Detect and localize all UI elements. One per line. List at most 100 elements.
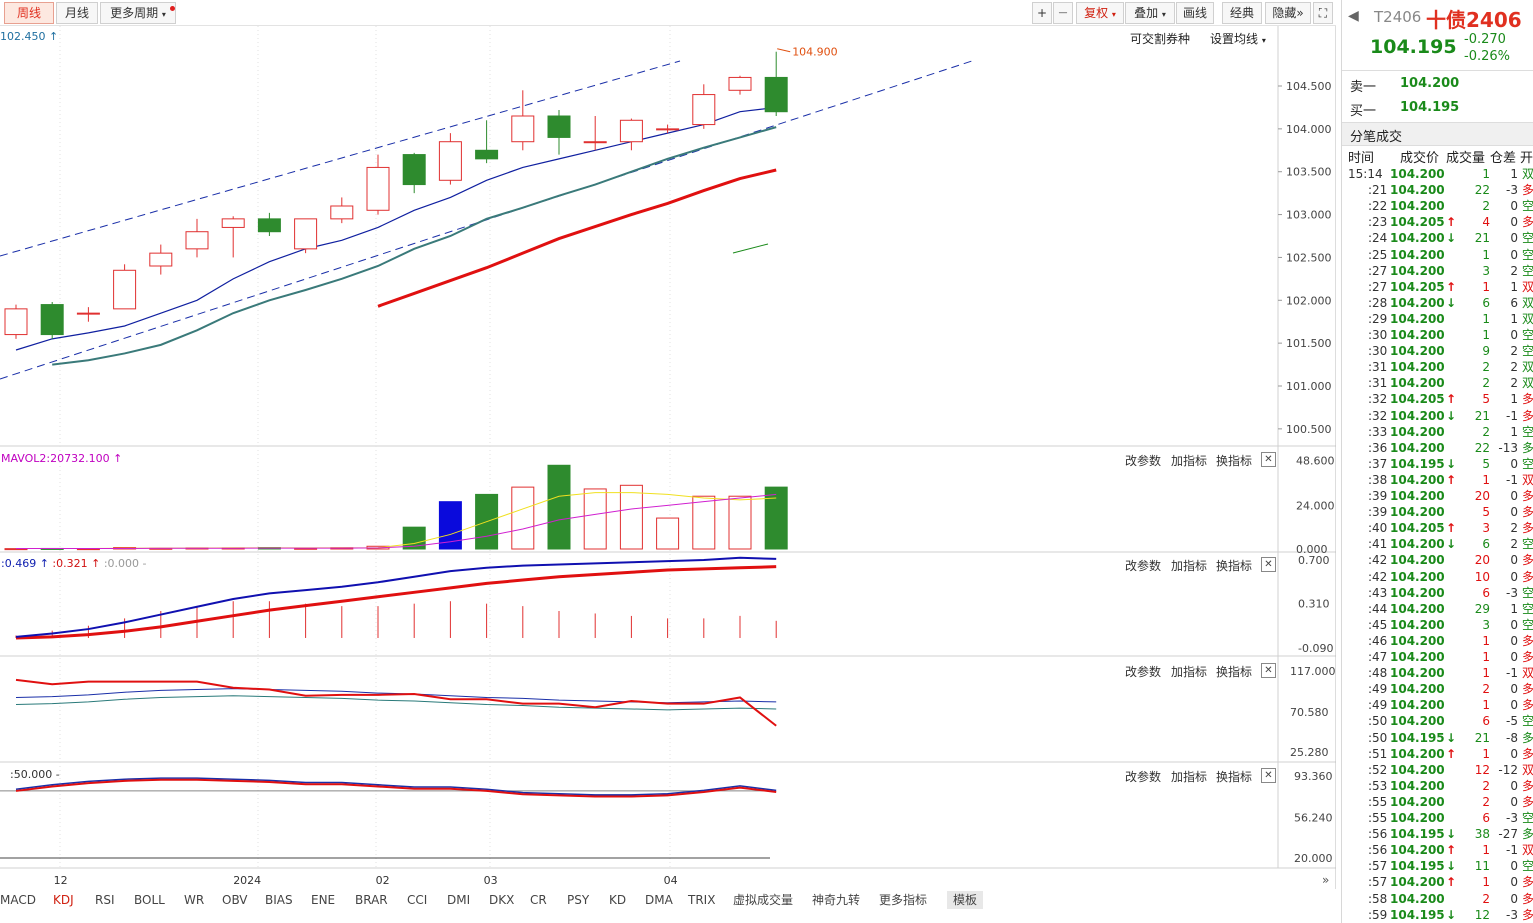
add-indicator-button[interactable]: 加指标 — [1171, 768, 1207, 785]
trade-position-diff: 0 — [1510, 199, 1518, 214]
indicator-tab-20[interactable]: 模板 — [947, 891, 984, 909]
indicator-tab-17[interactable]: 虚拟成交量 — [733, 891, 793, 909]
indicator-tab-5[interactable]: OBV — [222, 891, 248, 909]
trade-row: :47 104.200 1 0 多 — [1342, 649, 1533, 665]
overlay-dropdown[interactable]: 叠加 ▾ — [1125, 2, 1175, 24]
trade-volume: 2 — [1482, 360, 1490, 375]
change-params-button[interactable]: 改参数 — [1125, 663, 1161, 680]
trade-time: :42 — [1368, 553, 1388, 568]
swap-indicator-button[interactable]: 换指标 — [1216, 452, 1252, 469]
trade-row: :50 104.200 6 -5 空 — [1342, 713, 1533, 729]
trade-time: :57 — [1368, 859, 1388, 874]
close-panel-icon[interactable]: ✕ — [1261, 452, 1276, 467]
price-tick-label: 103.000 — [1286, 209, 1332, 222]
trade-position-diff: 0 — [1510, 778, 1518, 793]
trade-type: 多 — [1522, 489, 1533, 503]
change-params-button[interactable]: 改参数 — [1125, 452, 1161, 469]
indicator-tab-1[interactable]: KDJ — [53, 891, 74, 909]
trade-price: 104.195 — [1390, 907, 1445, 922]
macd-labels: :0.469 ↑ :0.321 ↑ :0.000 - — [1, 557, 147, 570]
trade-price: 104.200 — [1390, 376, 1445, 391]
kdj-tick-label: 20.000 — [1294, 852, 1333, 865]
trade-type: 空 — [1522, 601, 1533, 616]
indicator-tab-15[interactable]: DMA — [645, 891, 673, 909]
indicator-tab-12[interactable]: CR — [530, 891, 547, 909]
chevron-left-icon[interactable]: ◀ — [1348, 8, 1359, 24]
indicator-tab-9[interactable]: CCI — [407, 891, 427, 909]
close-panel-icon[interactable]: ✕ — [1261, 663, 1276, 678]
indicator-tab-11[interactable]: DKX — [489, 891, 514, 909]
swap-indicator-button[interactable]: 换指标 — [1216, 557, 1252, 574]
trade-price: 104.195 — [1390, 859, 1445, 874]
overlay-label: 叠加 — [1134, 6, 1159, 20]
trade-volume: 1 — [1482, 247, 1490, 262]
trade-position-diff: -13 — [1498, 440, 1518, 455]
trade-row: :23 104.205 ↑ 4 0 多 — [1342, 214, 1533, 230]
add-indicator-button[interactable]: 加指标 — [1171, 663, 1207, 680]
trade-type: 多 — [1522, 650, 1533, 664]
trade-position-diff: 2 — [1510, 521, 1518, 536]
deliverable-bonds-link[interactable]: 可交割券种 — [1130, 30, 1190, 47]
trade-volume: 1 — [1482, 746, 1490, 761]
indicator-tab-13[interactable]: PSY — [567, 891, 589, 909]
trade-price: 104.205 — [1390, 215, 1445, 230]
close-panel-icon[interactable]: ✕ — [1261, 768, 1276, 783]
trade-type: 空 — [1522, 811, 1533, 825]
indicator-tab-19[interactable]: 更多指标 — [879, 891, 927, 909]
zoom-out-button[interactable]: — — [1053, 2, 1073, 24]
indicator-tab-10[interactable]: DMI — [447, 891, 470, 909]
indicator-tab-2[interactable]: RSI — [95, 891, 115, 909]
indicator-tab-7[interactable]: ENE — [311, 891, 335, 909]
trade-row: :51 104.200 ↑ 1 0 多 — [1342, 746, 1533, 762]
indicator-tab-6[interactable]: BIAS — [265, 891, 293, 909]
indicator-tab-0[interactable]: MACD — [0, 891, 36, 909]
fuquan-dropdown[interactable]: 复权 ▾ — [1076, 2, 1124, 24]
add-indicator-button[interactable]: 加指标 — [1171, 452, 1207, 469]
more-period-dropdown[interactable]: 更多周期 ▾ — [100, 2, 176, 24]
classic-button[interactable]: 经典 — [1222, 2, 1262, 24]
trade-row: :32 104.200 ↓ 21 -1 多 — [1342, 408, 1533, 424]
add-indicator-button[interactable]: 加指标 — [1171, 557, 1207, 574]
indicator-tab-16[interactable]: TRIX — [688, 891, 715, 909]
trade-row: :38 104.200 ↑ 1 -1 双 — [1342, 472, 1533, 488]
set-ma-dropdown[interactable]: 设置均线 ▾ — [1210, 30, 1266, 47]
change-params-button[interactable]: 改参数 — [1125, 557, 1161, 574]
trade-type: 多 — [1522, 633, 1533, 648]
macd-tick-label: 0.700 — [1298, 554, 1330, 567]
trade-position-diff: 1 — [1510, 424, 1518, 439]
hide-button[interactable]: 隐藏» — [1265, 2, 1311, 24]
trade-row: :28 104.200 ↓ 6 6 双 — [1342, 295, 1533, 311]
indicator-tab-18[interactable]: 神奇九转 — [812, 891, 860, 909]
zoom-in-button[interactable]: + — [1032, 2, 1052, 24]
trade-row: :52 104.200 12 -12 双 — [1342, 762, 1533, 778]
swap-indicator-button[interactable]: 换指标 — [1216, 768, 1252, 785]
trade-volume: 1 — [1482, 633, 1490, 648]
indicator-tab-3[interactable]: BOLL — [134, 891, 165, 909]
swap-indicator-button[interactable]: 换指标 — [1216, 663, 1252, 680]
draw-line-button[interactable]: 画线 — [1176, 2, 1214, 24]
trades-header-cell: 仓差 — [1490, 151, 1517, 166]
indicator-tab-8[interactable]: BRAR — [355, 891, 388, 909]
trade-row: :48 104.200 1 -1 双 — [1342, 665, 1533, 681]
indicator-tab-4[interactable]: WR — [184, 891, 204, 909]
trade-type: 空 — [1522, 617, 1533, 632]
fullscreen-button[interactable]: ⛶ — [1313, 2, 1333, 24]
trades-title: 分笔成交 — [1350, 130, 1403, 145]
trade-volume: 5 — [1482, 456, 1490, 471]
indicator-tab-14[interactable]: KD — [609, 891, 626, 909]
trade-type: 双 — [1522, 666, 1533, 681]
tab-weekly[interactable]: 周线 — [4, 2, 54, 24]
change-params-button[interactable]: 改参数 — [1125, 768, 1161, 785]
trade-type: 多 — [1522, 569, 1533, 584]
close-panel-icon[interactable]: ✕ — [1261, 557, 1276, 572]
trade-position-diff: -1 — [1506, 472, 1518, 487]
trade-volume: 5 — [1482, 392, 1490, 407]
trade-price: 104.200 — [1390, 617, 1445, 632]
trade-position-diff: 0 — [1510, 875, 1518, 890]
high-marker-arrow — [777, 48, 791, 53]
trade-volume: 9 — [1482, 344, 1490, 359]
tab-monthly[interactable]: 月线 — [56, 2, 98, 24]
trade-row: :44 104.200 29 1 空 — [1342, 601, 1533, 617]
trade-time: :43 — [1368, 585, 1388, 600]
trade-type: 双 — [1522, 311, 1533, 326]
